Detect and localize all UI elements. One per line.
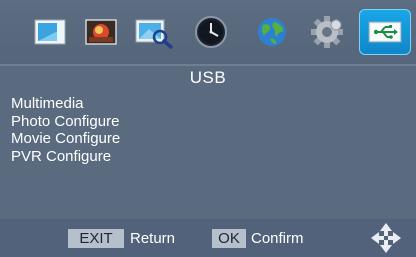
tab-globe[interactable] bbox=[252, 12, 292, 52]
clock-icon bbox=[195, 16, 227, 48]
tab-usb[interactable] bbox=[359, 9, 411, 55]
tab-clock[interactable] bbox=[191, 12, 231, 52]
usb-icon bbox=[368, 21, 402, 43]
bottom-hint-bar: EXIT Return OK Confirm bbox=[0, 219, 416, 257]
page-title: USB bbox=[189, 68, 227, 87]
globe-icon bbox=[258, 18, 286, 46]
menu-item-photo-configure[interactable]: Photo Configure bbox=[11, 113, 120, 131]
menu-item-multimedia[interactable]: Multimedia bbox=[11, 95, 120, 113]
tab-settings[interactable] bbox=[307, 12, 347, 52]
ok-key-badge[interactable]: OK bbox=[212, 229, 246, 248]
exit-hint-label: Return bbox=[130, 230, 176, 247]
menu-item-pvr-configure[interactable]: PVR Configure bbox=[11, 148, 120, 166]
navigation-arrows-icon bbox=[371, 223, 401, 253]
tab-picture-frame[interactable] bbox=[31, 12, 71, 52]
exit-key-badge[interactable]: EXIT bbox=[68, 229, 124, 248]
picture-frame-icon bbox=[34, 19, 66, 45]
tab-image-search[interactable] bbox=[134, 12, 174, 52]
menu-item-movie-configure[interactable]: Movie Configure bbox=[11, 130, 120, 148]
tab-photo[interactable] bbox=[81, 12, 121, 52]
usb-menu-screen: USB Multimedia Photo Configure Movie Con… bbox=[0, 0, 416, 257]
photo-icon bbox=[85, 19, 117, 45]
image-search-icon bbox=[135, 19, 173, 49]
ok-hint-label: Confirm bbox=[251, 230, 304, 247]
usb-menu-list: Multimedia Photo Configure Movie Configu… bbox=[11, 95, 120, 165]
gear-icon bbox=[311, 16, 343, 48]
top-icon-bar bbox=[0, 0, 416, 64]
